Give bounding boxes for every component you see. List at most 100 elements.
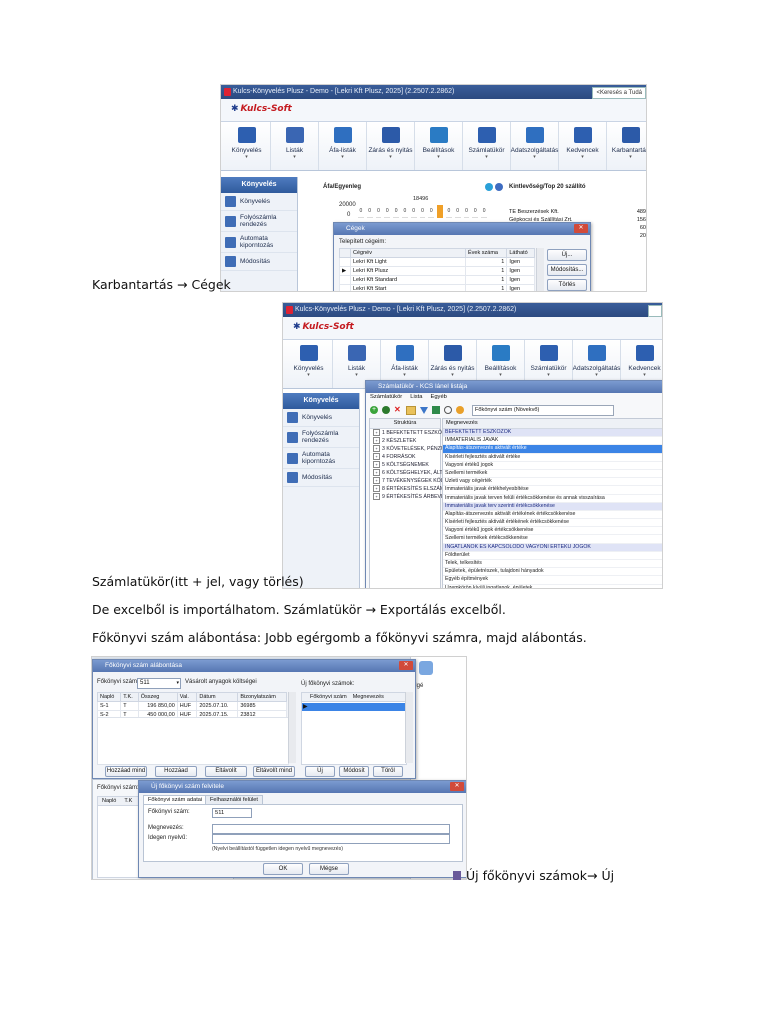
- open-icon[interactable]: [406, 405, 416, 415]
- account-row[interactable]: Alapítás-átszervezés aktivált értéke: [443, 445, 662, 454]
- account-row[interactable]: BEFEKTETETT ESZKÖZÖK: [443, 429, 662, 438]
- account-row[interactable]: INGATLANOK ÉS KAPCSOLÓDÓ VAGYONI ÉRTÉKŰ …: [443, 543, 662, 552]
- sidebar-item[interactable]: Automata kiporntozás: [283, 448, 359, 469]
- sidebar-item[interactable]: Folyószámla rendezés: [283, 427, 359, 448]
- add-icon[interactable]: +: [370, 406, 378, 414]
- new-button[interactable]: Új: [305, 766, 335, 777]
- modify-button[interactable]: Módosít: [339, 766, 369, 777]
- ribbon-button-vat-lists[interactable]: Áfa-listák ▾: [319, 122, 367, 170]
- ribbon-button-lists[interactable]: Listák ▾: [271, 122, 319, 170]
- table-row[interactable]: S-1 T 196 850,00 HUF 2025.07.10. 36985: [96, 701, 287, 711]
- table-row[interactable]: Lekri Kft Standard 1 Igen: [339, 275, 535, 285]
- sort-select[interactable]: Főkönyvi szám (Növekvő): [472, 404, 614, 416]
- postings-scrollbar[interactable]: [288, 692, 296, 763]
- tree-item[interactable]: +2 KÉSZLETEK: [370, 437, 440, 445]
- remove-button[interactable]: Eltávolít: [205, 766, 247, 777]
- ribbon-button-posting[interactable]: Könyvelés ▾: [223, 122, 271, 170]
- tree-item[interactable]: +9 ÉRTÉKESÍTÉS ÁRBEVÉTELE: [370, 493, 457, 501]
- edit-icon[interactable]: [382, 406, 390, 414]
- expand-icon[interactable]: +: [373, 453, 380, 460]
- new-accounts-selected-row[interactable]: ▶: [302, 703, 406, 711]
- account-select[interactable]: 511 ▾: [137, 678, 181, 689]
- sidebar-item[interactable]: Automata kiporntozás: [221, 232, 297, 253]
- delete-company-button[interactable]: Törlés: [547, 279, 587, 291]
- close-icon[interactable]: ✕: [574, 224, 588, 233]
- tree-item[interactable]: +4 FORRÁSOK: [370, 453, 440, 461]
- expand-icon[interactable]: +: [373, 469, 380, 476]
- new-company-button[interactable]: Új...: [547, 249, 587, 261]
- sidebar-item[interactable]: Könyvelés: [283, 409, 359, 427]
- account-row[interactable]: Szellemi termékek értékcsökkenése: [443, 535, 662, 544]
- sidebar-item[interactable]: Módosítás: [283, 469, 359, 487]
- search-icon[interactable]: [444, 406, 452, 414]
- filter-icon[interactable]: [420, 406, 428, 414]
- account-row[interactable]: Immateriális javak terven felüli értékcs…: [443, 495, 662, 503]
- account-row[interactable]: Vagyoni értékű jogok értékcsökkenése: [443, 527, 662, 536]
- close-icon[interactable]: ✕: [450, 782, 464, 791]
- companies-scrollbar[interactable]: [536, 248, 544, 291]
- expand-icon[interactable]: +: [373, 461, 380, 468]
- tree-item[interactable]: +3 KÖVETELÉSEK, PÉNZÜGYI: [370, 445, 454, 453]
- account-row[interactable]: Földterület: [443, 552, 662, 560]
- remove-all-button[interactable]: Eltávolít mind: [253, 766, 295, 777]
- dropdown-arrow-icon[interactable]: ▾: [176, 679, 179, 688]
- ribbon-button-chart-of-accounts[interactable]: Számlatükör ▾: [463, 122, 511, 170]
- add-button[interactable]: Hozzáad: [155, 766, 197, 777]
- modify-company-button[interactable]: Módosítás...: [547, 264, 587, 276]
- account-row[interactable]: Telek, telkesítés: [443, 560, 662, 569]
- ribbon-button-lock[interactable]: Zárás és nyitás ▾: [367, 122, 415, 170]
- table-row[interactable]: Lekri Kft Start 1 Igen: [339, 284, 535, 291]
- expand-icon[interactable]: +: [373, 437, 380, 444]
- account-row[interactable]: Üzleti vagy cégérték: [443, 478, 662, 487]
- new-accounts-scrollbar[interactable]: [405, 692, 413, 763]
- ribbon-button-settings-gear[interactable]: Beállítások ▾: [415, 122, 463, 170]
- expand-icon[interactable]: +: [373, 493, 380, 500]
- account-row[interactable]: Üzemkörön kívüli ingatlanok, épületek: [443, 585, 662, 588]
- delete-icon[interactable]: ✕: [394, 406, 402, 414]
- account-row[interactable]: Vagyoni értékű jogok: [443, 462, 662, 470]
- cancel-button[interactable]: Mégse: [309, 863, 349, 875]
- tree-item[interactable]: +8 ÉRTÉKESÍTÉS ELSZÁMOLT: [370, 485, 454, 493]
- export-icon[interactable]: [432, 406, 440, 414]
- account-row[interactable]: IMMATERIÁLIS JAVAK: [443, 437, 662, 446]
- search-input[interactable]: <Keresés a Tudá: [592, 87, 646, 99]
- ribbon-button-maintenance[interactable]: Karbantartás ▾: [607, 122, 646, 170]
- settings-icon[interactable]: [485, 183, 493, 191]
- account-row[interactable]: Épületek, épületrészek, tulajdoni hányad…: [443, 568, 662, 577]
- menu-item[interactable]: Számlatükör: [370, 394, 402, 403]
- back-icon[interactable]: [456, 406, 464, 414]
- account-row[interactable]: Immateriális javak értékhelyesbítése: [443, 486, 662, 495]
- expand-icon[interactable]: +: [373, 485, 380, 492]
- ribbon-button-posting[interactable]: Könyvelés ▾: [285, 340, 333, 388]
- expand-icon[interactable]: +: [373, 477, 380, 484]
- account-number-field[interactable]: 511: [212, 808, 252, 818]
- tree-item[interactable]: +1 BEFEKTETETT ESZKÖZÖK: [370, 429, 453, 437]
- account-row[interactable]: Szellemi termékek: [443, 470, 662, 479]
- menu-item[interactable]: Egyéb: [430, 394, 446, 403]
- foreign-name-field[interactable]: [212, 834, 450, 844]
- account-row[interactable]: Egyéb építmények: [443, 576, 662, 585]
- account-row[interactable]: Kísérleti fejlesztés aktivált értékének …: [443, 519, 662, 528]
- ribbon-button-favorites[interactable]: Kedvencek ▾: [559, 122, 607, 170]
- add-all-button[interactable]: Hozzáad mind: [105, 766, 147, 777]
- expand-icon[interactable]: +: [373, 429, 380, 436]
- ok-button[interactable]: OK: [263, 863, 303, 875]
- account-row[interactable]: Immateriális javak terv szerinti értékcs…: [443, 502, 662, 511]
- ribbon-button-data-service[interactable]: Adatszolgáltatás ▾: [511, 122, 559, 170]
- sidebar-item[interactable]: Folyószámla rendezés: [221, 211, 297, 232]
- sidebar-item[interactable]: Könyvelés: [221, 193, 297, 211]
- delete-button[interactable]: Töröl: [373, 766, 403, 777]
- table-row[interactable]: ▶ Lekri Kft Plusz 1 Igen: [339, 266, 535, 276]
- sidebar-item[interactable]: Módosítás: [221, 253, 297, 271]
- menu-item[interactable]: Lista: [410, 394, 422, 403]
- tree-item[interactable]: +6 KÖLTSÉGHELYEK, ÁLTALÁNOS: [370, 469, 463, 477]
- expand-icon[interactable]: +: [373, 445, 380, 452]
- name-field[interactable]: [212, 824, 450, 834]
- account-row[interactable]: Kísérleti fejlesztés aktivált értéke: [443, 454, 662, 462]
- close-icon[interactable]: ✕: [399, 661, 413, 670]
- tree-item[interactable]: +5 KÖLTSÉGNEMEK: [370, 461, 440, 469]
- search-input[interactable]: [648, 305, 662, 317]
- table-row[interactable]: Lekri Kft Light 1 Igen: [339, 257, 535, 267]
- account-row[interactable]: Alapítás-átszervezés aktivált értékének …: [443, 511, 662, 520]
- tree-item[interactable]: +7 TEVÉKENYSÉGEK KÖLTSÉGEI: [370, 477, 462, 485]
